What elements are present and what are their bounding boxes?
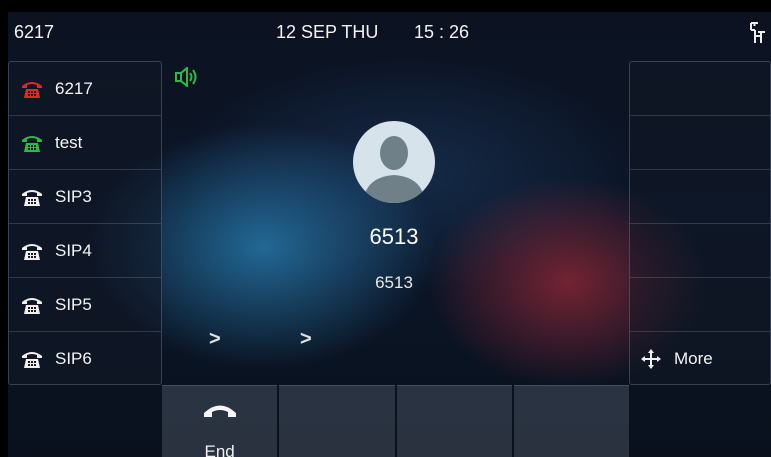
caller-avatar	[353, 121, 435, 203]
more-button[interactable]: More	[630, 332, 770, 386]
line-key-2[interactable]: test	[9, 116, 161, 170]
line-key-label: SIP6	[55, 349, 92, 368]
phone-icon	[22, 189, 42, 206]
dsskey-slot-1[interactable]	[630, 62, 770, 116]
page-arrow-1[interactable]: >	[209, 328, 221, 351]
softkey-bar: End	[162, 385, 629, 457]
person-icon	[363, 136, 425, 203]
status-time: 15 : 26	[414, 22, 470, 42]
line-key-panel: 6217 test SIP3 SIP4 SIP5 SIP6	[8, 61, 162, 385]
end-call-label: End	[204, 442, 235, 457]
dsskey-slot-2[interactable]	[630, 116, 770, 170]
line-key-label: SIP3	[55, 186, 92, 206]
phone-icon	[22, 243, 42, 260]
phone-icon	[22, 135, 42, 152]
status-extension: 6217	[14, 22, 55, 42]
softkey-3[interactable]	[396, 385, 512, 457]
line-key-label: SIP5	[55, 294, 92, 314]
line-key-label: 6217	[55, 78, 93, 98]
more-label: More	[674, 349, 713, 368]
caller-number: 6513	[375, 273, 413, 292]
dsskey-slot-4[interactable]	[630, 224, 770, 278]
dsskey-panel: More	[629, 61, 771, 385]
line-key-1[interactable]: 6217	[9, 62, 161, 116]
network-icon	[750, 22, 765, 43]
page-arrow-2[interactable]: >	[300, 328, 312, 351]
status-bar: 6217 12 SEP THU 15 : 26	[8, 12, 771, 54]
line-key-label: test	[55, 132, 83, 152]
hangup-icon	[204, 405, 236, 417]
softkey-2[interactable]	[279, 385, 395, 457]
softkey-4[interactable]	[513, 385, 629, 457]
end-call-button[interactable]: End	[162, 385, 278, 457]
phone-icon	[22, 81, 42, 98]
phone-screen: 6217 12 SEP THU 15 : 26 6217 test SIP3 S…	[8, 12, 771, 457]
dsskey-slot-3[interactable]	[630, 170, 770, 224]
phone-icon	[22, 352, 42, 368]
line-key-5[interactable]: SIP5	[9, 278, 161, 332]
phone-icon	[22, 297, 42, 314]
dsskey-slot-5[interactable]	[630, 278, 770, 332]
status-date: 12 SEP THU	[276, 22, 379, 42]
caller-name: 6513	[369, 224, 419, 249]
line-key-3[interactable]: SIP3	[9, 170, 161, 224]
line-key-4[interactable]: SIP4	[9, 224, 161, 278]
line-key-label: SIP4	[55, 240, 92, 260]
speaker-icon	[175, 67, 197, 87]
move-arrows-icon	[641, 349, 661, 369]
line-key-6[interactable]: SIP6	[9, 332, 161, 386]
